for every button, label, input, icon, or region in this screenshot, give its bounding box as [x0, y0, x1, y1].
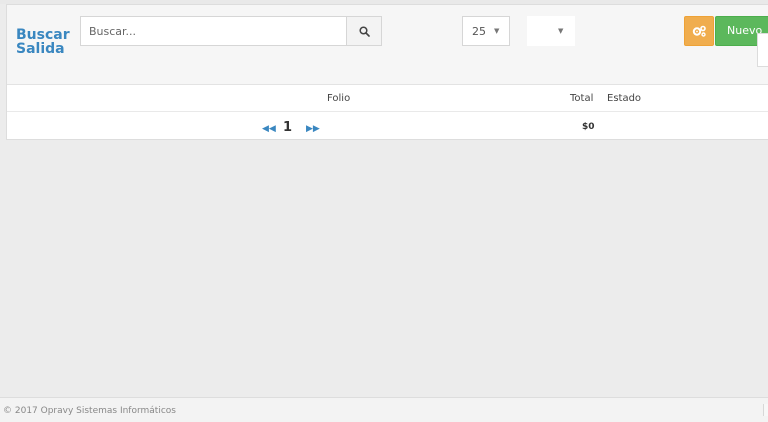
angle-double-left-icon[interactable]: ◀◀: [262, 124, 276, 134]
page-title: Buscar Salida: [16, 27, 70, 57]
search-icon: [359, 26, 370, 37]
header-row-divider: [7, 111, 768, 112]
page-size-select[interactable]: 25 ▼: [462, 16, 510, 46]
panel-header: Buscar Salida 25 ▼ ▼: [7, 5, 768, 85]
column-header-total[interactable]: Total: [570, 93, 593, 104]
current-page-number[interactable]: 1: [283, 120, 292, 135]
page: Buscar Salida 25 ▼ ▼: [0, 0, 768, 422]
footer: © 2017 Opravy Sistemas Informáticos: [0, 397, 768, 422]
settings-button[interactable]: [684, 16, 714, 46]
footer-handle: [763, 404, 768, 416]
page-size-value: 25: [472, 25, 486, 38]
gears-icon: [692, 25, 706, 37]
column-header-estado[interactable]: Estado: [607, 93, 641, 104]
footer-copyright: © 2017 Opravy Sistemas Informáticos: [3, 406, 176, 416]
side-tab[interactable]: [757, 33, 768, 67]
search-button[interactable]: [346, 17, 381, 45]
column-header-folio[interactable]: Folio: [327, 93, 350, 104]
search-input[interactable]: [81, 17, 355, 45]
filter-select[interactable]: ▼: [527, 16, 575, 46]
search-box: [80, 16, 382, 46]
chevron-down-icon: ▼: [494, 27, 500, 35]
search-panel: Buscar Salida 25 ▼ ▼: [6, 4, 768, 140]
angle-double-right-icon[interactable]: ▶▶: [306, 124, 320, 134]
total-value: $0: [582, 122, 595, 132]
chevron-down-icon: ▼: [558, 27, 564, 35]
